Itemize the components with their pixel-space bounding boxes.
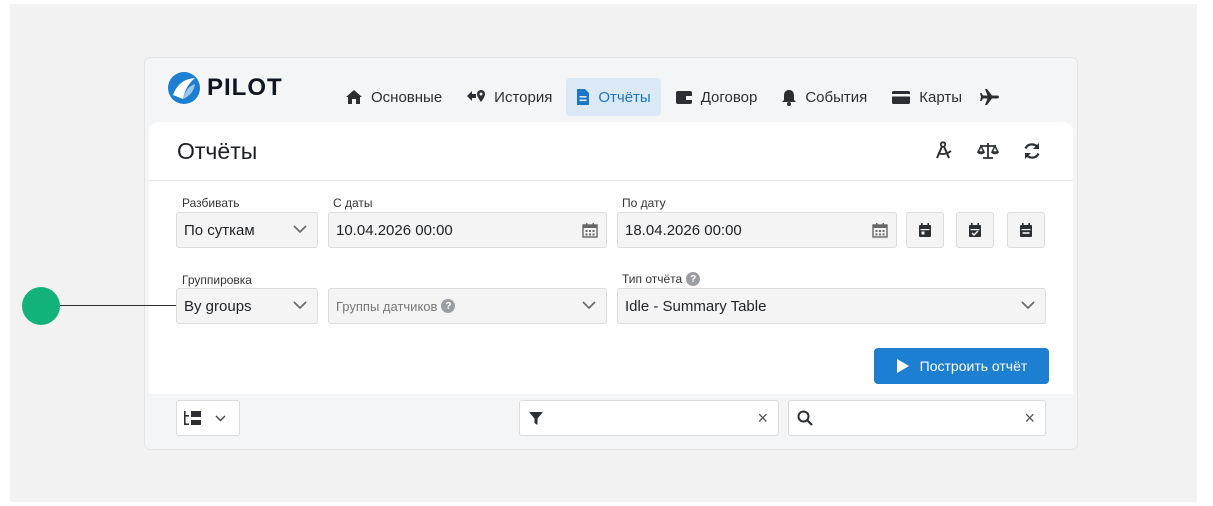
filter-icon: [529, 411, 543, 425]
report-toolbar: × ×: [149, 394, 1073, 445]
nav-item-label: Договор: [700, 88, 758, 106]
app-window: PILOT Основные История Отчёты Договор Со…: [144, 57, 1078, 450]
calendar-day-icon: [919, 223, 931, 237]
from-date-label: С даты: [333, 196, 373, 210]
split-select[interactable]: По суткам: [176, 212, 318, 248]
play-icon: [896, 359, 909, 373]
nav-item-contract[interactable]: Договор: [665, 78, 768, 116]
card-header: Отчёты: [149, 122, 1073, 181]
to-date-value: 18.04.2026 00:00: [625, 221, 742, 239]
header-actions: [933, 140, 1043, 162]
report-type-label-text: Тип отчёта: [622, 272, 683, 286]
calendar-icon[interactable]: [582, 222, 598, 238]
report-type-select[interactable]: Idle - Summary Table: [617, 288, 1046, 324]
chevron-down-icon: [582, 301, 596, 310]
annotation-marker: [22, 287, 60, 325]
chevron-down-icon: [293, 225, 307, 234]
balance-scale-icon[interactable]: [977, 140, 999, 162]
page-title: Отчёты: [177, 138, 258, 164]
sensor-groups-placeholder: Группы датчиков ?: [336, 298, 456, 314]
pilot-logo-mark-icon: [168, 72, 200, 104]
compass-icon[interactable]: [933, 140, 955, 162]
calendar-minus-icon: [1020, 223, 1032, 237]
nav-item-label: Отчёты: [598, 88, 651, 106]
build-report-button[interactable]: Построить отчёт: [874, 348, 1049, 384]
filter-input[interactable]: [550, 402, 734, 434]
from-date-input[interactable]: 10.04.2026 00:00: [328, 212, 607, 248]
nav-item-history[interactable]: История: [456, 78, 562, 116]
from-date-value: 10.04.2026 00:00: [336, 221, 453, 239]
card-icon: [892, 90, 911, 104]
nav-item-reports[interactable]: Отчёты: [566, 78, 661, 116]
calendar-check-icon: [969, 223, 981, 237]
grouping-label: Группировка: [182, 273, 252, 287]
reports-card: Отчёты Разбивать По суткам С даты 10.04.…: [149, 122, 1073, 445]
date-week-button[interactable]: [956, 212, 994, 248]
clear-search-button[interactable]: ×: [1024, 409, 1035, 427]
nav-item-main[interactable]: Основные: [335, 78, 452, 116]
logo-text: PILOT: [207, 74, 283, 101]
sensor-groups-select[interactable]: Группы датчиков ?: [328, 288, 607, 324]
pilot-logo[interactable]: PILOT: [167, 68, 283, 108]
annotation-pointer-line: [60, 305, 176, 306]
nav-item-events[interactable]: События: [771, 78, 877, 116]
help-icon[interactable]: ?: [441, 299, 456, 313]
file-icon: [577, 89, 590, 105]
history-icon: [467, 90, 486, 102]
chevron-down-icon: [293, 301, 307, 310]
nav-item-label: Карты: [919, 88, 963, 106]
nav-item-label: Основные: [371, 88, 443, 106]
plane-icon: [980, 89, 1000, 105]
nav-item-cards[interactable]: Карты: [881, 78, 972, 116]
tree-view-icon: [184, 411, 201, 425]
nav-item-label: События: [805, 88, 868, 106]
grouping-value: By groups: [184, 297, 252, 315]
split-label: Разбивать: [182, 196, 240, 210]
to-date-input[interactable]: 18.04.2026 00:00: [617, 212, 897, 248]
filter-field[interactable]: ×: [519, 400, 779, 436]
chevron-down-icon: [215, 415, 226, 421]
sensor-groups-placeholder-text: Группы датчиков: [336, 298, 438, 314]
wallet-icon: [675, 91, 692, 104]
date-today-button[interactable]: [906, 212, 944, 248]
chevron-down-icon: [1021, 301, 1035, 310]
grouping-select[interactable]: By groups: [176, 288, 318, 324]
split-value: По суткам: [184, 221, 255, 239]
clear-filter-button[interactable]: ×: [757, 409, 768, 427]
nav-item-more[interactable]: [976, 78, 1012, 116]
search-field[interactable]: ×: [788, 400, 1046, 436]
tree-view-dropdown[interactable]: [176, 400, 240, 436]
build-report-label: Построить отчёт: [919, 358, 1028, 374]
date-month-button[interactable]: [1007, 212, 1045, 248]
search-input[interactable]: [819, 402, 1003, 434]
calendar-icon[interactable]: [872, 222, 888, 238]
nav-item-label: История: [494, 88, 553, 106]
report-type-value: Idle - Summary Table: [625, 297, 767, 315]
report-type-label: Тип отчёта ?: [622, 272, 701, 286]
to-date-label: По дату: [622, 196, 666, 210]
search-icon: [797, 410, 813, 426]
bell-icon: [782, 89, 797, 106]
refresh-icon[interactable]: [1021, 140, 1043, 162]
help-icon[interactable]: ?: [686, 272, 701, 286]
main-nav: Основные История Отчёты Договор События …: [335, 77, 1016, 117]
home-icon: [346, 90, 362, 104]
